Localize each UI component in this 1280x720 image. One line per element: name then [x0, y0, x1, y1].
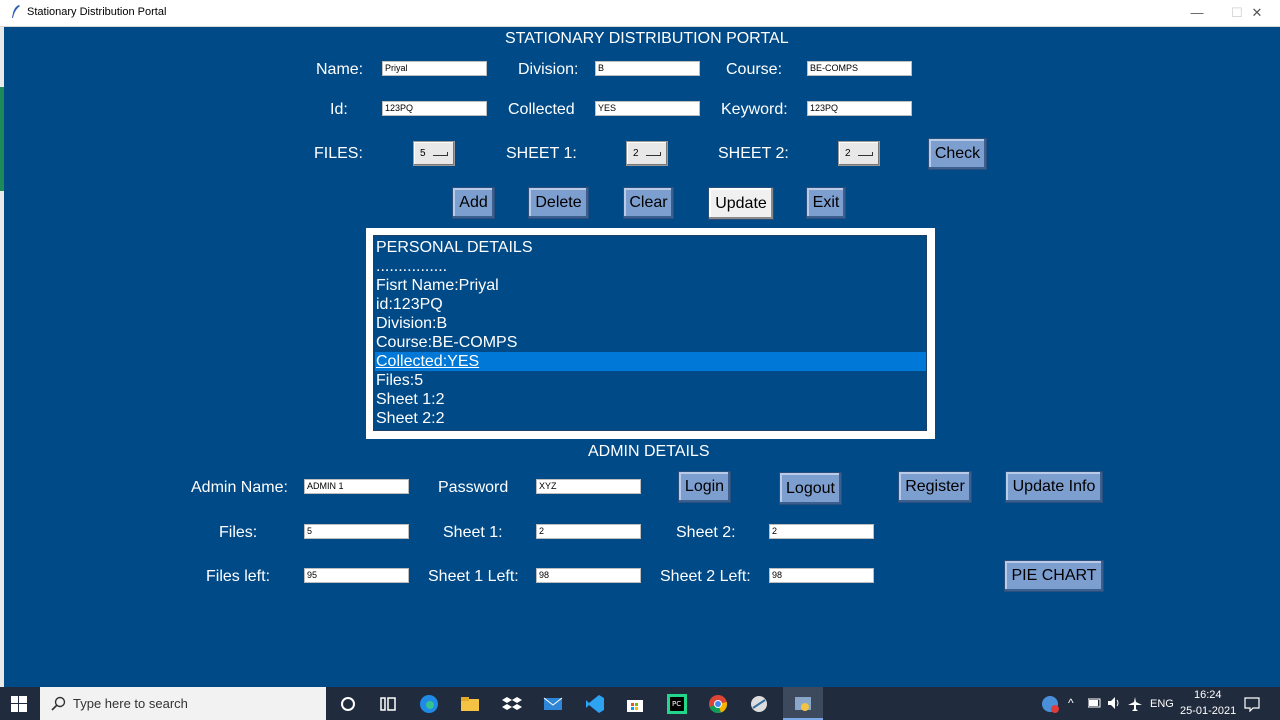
add-button[interactable]: Add — [452, 187, 495, 219]
sheet2-left-label: Sheet 2 Left: — [660, 568, 751, 585]
svg-text:PC: PC — [672, 700, 681, 708]
course-label: Course: — [726, 61, 783, 78]
clock-date[interactable]: 25-01-2021 — [1180, 705, 1236, 717]
mail-icon[interactable] — [543, 694, 563, 714]
sheet1-left-field[interactable]: 98 — [536, 568, 641, 583]
vscode-icon[interactable] — [585, 694, 605, 714]
files-left-field[interactable]: 95 — [304, 568, 409, 583]
details-listbox[interactable]: PERSONAL DETAILS ................ Fisrt … — [373, 235, 927, 431]
sheet1-option-value: 2 — [633, 148, 639, 159]
python-idle-icon[interactable] — [749, 694, 769, 714]
list-item[interactable]: Sheet 1:2 — [375, 390, 926, 409]
division-field[interactable]: B — [595, 61, 700, 76]
list-item[interactable]: Division:B — [375, 314, 926, 333]
taskbar-search-box[interactable]: Type here to search — [40, 687, 326, 720]
course-field[interactable]: BE-COMPS — [807, 61, 912, 76]
list-item[interactable]: Course:BE-COMPS — [375, 333, 926, 352]
password-label: Password — [438, 479, 509, 496]
pie-chart-button[interactable]: PIE CHART — [1004, 560, 1104, 592]
pycharm-icon[interactable]: PC — [667, 694, 687, 714]
window-title: Stationary Distribution Portal — [27, 6, 167, 18]
id-field[interactable]: 123PQ — [382, 101, 487, 116]
python-app-icon — [795, 697, 811, 711]
sheet2-left-field[interactable]: 98 — [769, 568, 874, 583]
list-item[interactable]: id:123PQ — [375, 295, 926, 314]
search-icon — [51, 696, 66, 711]
login-button[interactable]: Login — [678, 471, 731, 503]
check-button[interactable]: Check — [928, 138, 987, 170]
help-icon[interactable] — [1041, 695, 1059, 713]
chrome-icon[interactable] — [708, 694, 728, 714]
logout-button[interactable]: Logout — [779, 472, 842, 505]
window-title-bar: Stationary Distribution Portal — ☐ ✕ — [0, 0, 1280, 27]
taskbar: Type here to search PC ^ ENG 16:24 25-01… — [0, 687, 1280, 720]
close-button[interactable]: ✕ — [1234, 0, 1280, 26]
sheet2-option-menu[interactable]: 2 — [838, 141, 880, 166]
files-option-value: 5 — [420, 148, 426, 159]
dropbox-icon[interactable] — [502, 694, 522, 714]
id-label: Id: — [330, 101, 348, 118]
option-indicator-icon — [433, 152, 448, 156]
battery-icon[interactable] — [1088, 698, 1102, 708]
list-item-selected[interactable]: Collected:YES — [375, 352, 926, 371]
edge-browser-icon[interactable] — [419, 694, 439, 714]
left-edge-strip — [0, 27, 4, 687]
page-title: STATIONARY DISTRIBUTION PORTAL — [505, 30, 789, 47]
list-item[interactable]: Sheet 2:2 — [375, 409, 926, 428]
option-indicator-icon — [858, 152, 873, 156]
admin-files-field[interactable]: 5 — [304, 524, 409, 539]
search-placeholder: Type here to search — [73, 696, 188, 711]
password-field[interactable]: XYZ — [536, 479, 641, 494]
collected-label: Collected — [508, 101, 575, 118]
register-button[interactable]: Register — [898, 471, 972, 503]
sheet1-label: SHEET 1: — [506, 145, 577, 162]
left-edge-accent — [0, 87, 4, 191]
active-app-tab[interactable] — [783, 687, 823, 720]
keyword-label: Keyword: — [721, 101, 788, 118]
list-item[interactable]: ................ — [375, 257, 926, 276]
admin-files-label: Files: — [219, 524, 258, 541]
windows-start-icon[interactable] — [11, 696, 27, 712]
admin-name-field[interactable]: ADMIN 1 — [304, 479, 409, 494]
store-icon[interactable] — [625, 694, 645, 714]
task-view-icon[interactable] — [378, 694, 398, 714]
update-info-button[interactable]: Update Info — [1005, 471, 1103, 503]
feather-icon — [12, 5, 20, 18]
admin-name-label: Admin Name: — [191, 479, 288, 496]
option-indicator-icon — [646, 152, 661, 156]
files-left-label: Files left: — [206, 568, 271, 585]
list-item[interactable]: Fisrt Name:Priyal — [375, 276, 926, 295]
file-explorer-icon[interactable] — [460, 694, 480, 714]
files-option-menu[interactable]: 5 — [413, 141, 455, 166]
notification-icon[interactable] — [1244, 696, 1260, 712]
division-label: Division: — [518, 61, 579, 78]
name-label: Name: — [316, 61, 364, 78]
sheet2-option-value: 2 — [845, 148, 851, 159]
list-item[interactable]: Files:5 — [375, 371, 926, 390]
sheet2-label: SHEET 2: — [718, 145, 789, 162]
collected-field[interactable]: YES — [595, 101, 700, 116]
delete-button[interactable]: Delete — [528, 187, 589, 219]
clear-button[interactable]: Clear — [623, 187, 674, 219]
update-button[interactable]: Update — [708, 187, 774, 220]
list-item[interactable]: PERSONAL DETAILS — [375, 238, 926, 257]
tray-chevron-up-icon[interactable]: ^ — [1068, 696, 1074, 710]
airplane-mode-icon[interactable] — [1128, 697, 1142, 711]
files-label: FILES: — [314, 145, 363, 162]
admin-sheet2-label: Sheet 2: — [676, 524, 736, 541]
admin-sheet1-label: Sheet 1: — [443, 524, 503, 541]
exit-button[interactable]: Exit — [806, 187, 846, 219]
keyword-field[interactable]: 123PQ — [807, 101, 912, 116]
admin-sheet1-field[interactable]: 2 — [536, 524, 641, 539]
clock-time[interactable]: 16:24 — [1194, 689, 1222, 701]
volume-icon[interactable] — [1108, 697, 1122, 709]
name-field[interactable]: Priyal — [382, 61, 487, 76]
admin-section-title: ADMIN DETAILS — [588, 443, 710, 460]
cortana-icon[interactable] — [338, 694, 358, 714]
language-indicator[interactable]: ENG — [1150, 698, 1174, 710]
sheet1-option-menu[interactable]: 2 — [626, 141, 668, 166]
admin-sheet2-field[interactable]: 2 — [769, 524, 874, 539]
sheet1-left-label: Sheet 1 Left: — [428, 568, 519, 585]
